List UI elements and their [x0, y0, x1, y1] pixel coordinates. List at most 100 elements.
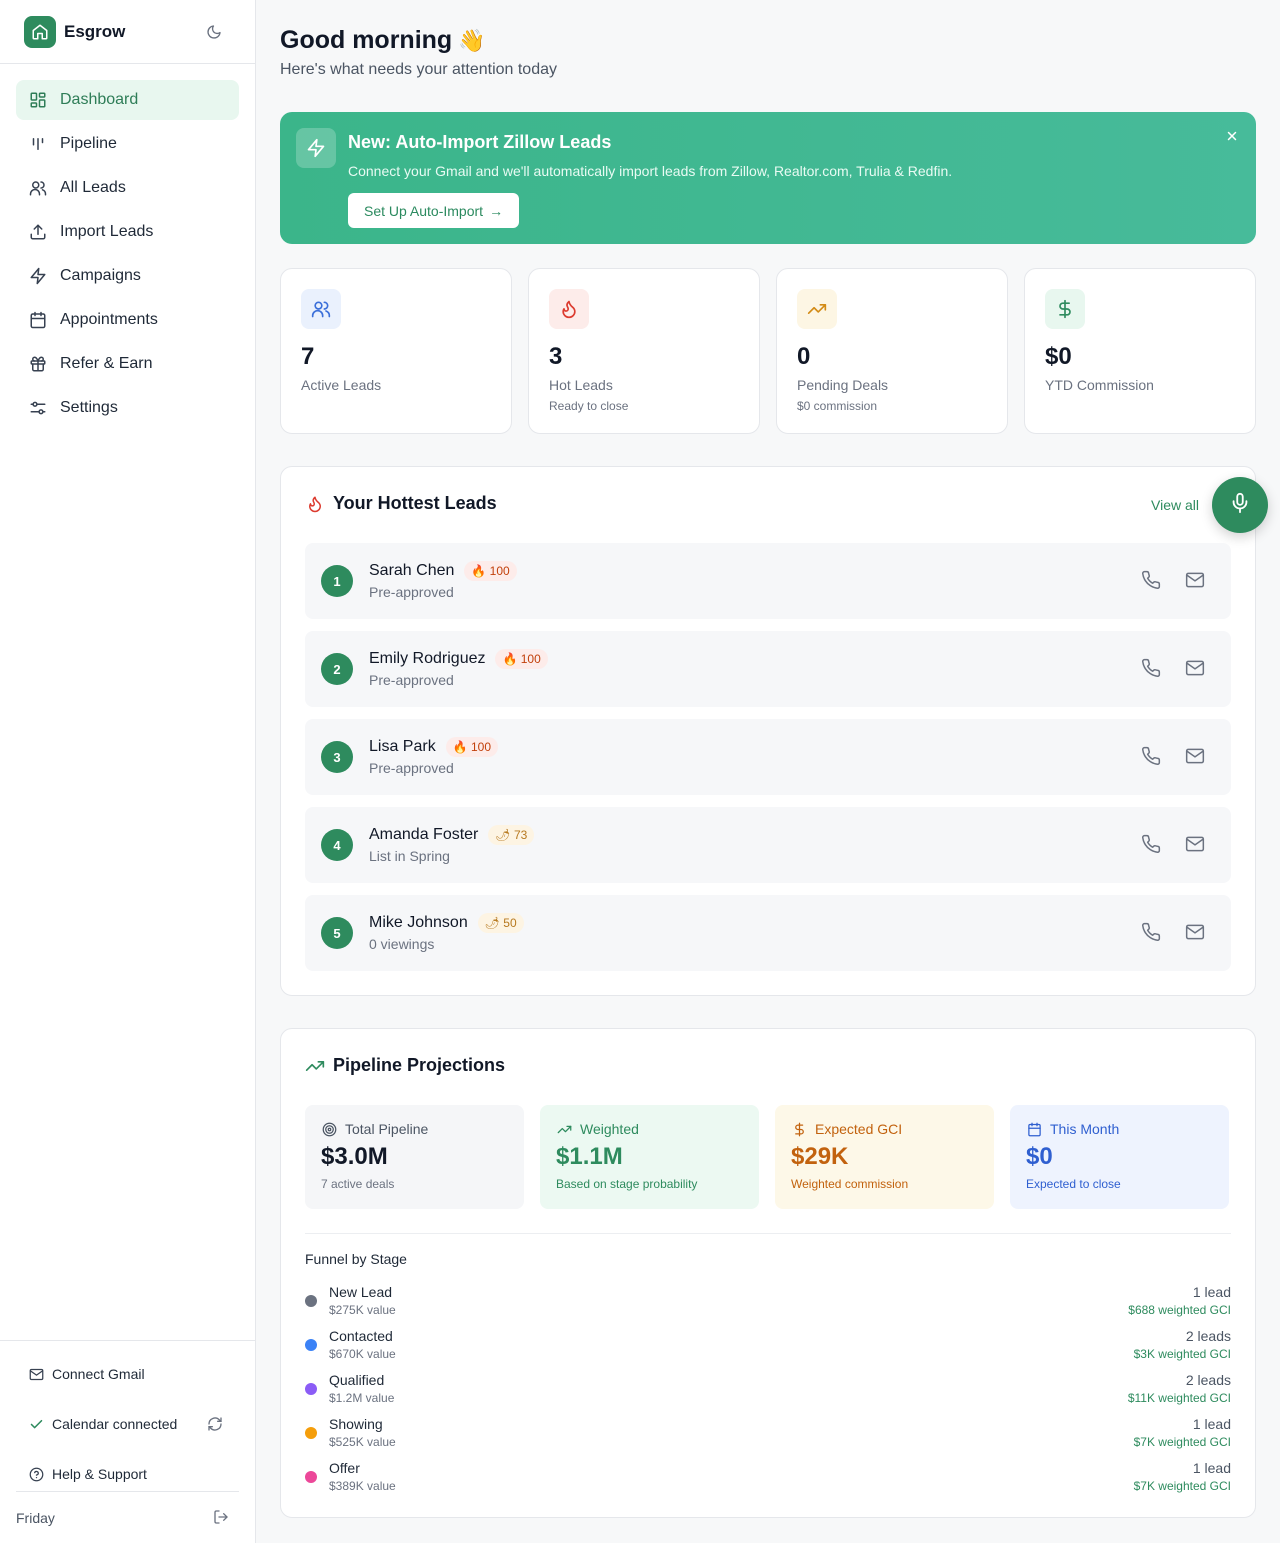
sidebar-item-pipeline[interactable]: Pipeline	[16, 124, 239, 164]
stat-label: Hot Leads	[549, 377, 613, 393]
lead-status: List in Spring	[369, 848, 450, 864]
sidebar-nav: Dashboard Pipeline All Leads Import Lead…	[0, 64, 255, 448]
close-icon[interactable]	[1224, 128, 1240, 144]
card-title: Pipeline Projections	[305, 1055, 505, 1076]
stage-name: Offer	[329, 1460, 360, 1476]
funnel-row: Showing $525K value 1 lead $7K weighted …	[305, 1415, 1231, 1459]
phone-icon[interactable]	[1141, 570, 1163, 592]
sidebar-item-campaigns[interactable]: Campaigns	[16, 256, 239, 296]
calendar-status: Calendar connected	[16, 1407, 239, 1441]
banner-title: New: Auto-Import Zillow Leads	[348, 132, 612, 152]
help-support-button[interactable]: Help & Support	[16, 1457, 239, 1491]
setup-auto-import-label: Set Up Auto-Import	[364, 202, 484, 219]
lead-row[interactable]: 1 Sarah Chen 🔥 100 Pre-approved	[305, 543, 1231, 619]
stage-count: 2 leads	[1185, 1372, 1231, 1388]
lead-status: Pre-approved	[369, 672, 454, 688]
stat-card-ytd-commission[interactable]: $0 YTD Commission	[1024, 268, 1256, 434]
users-icon	[28, 178, 48, 198]
stage-dot	[305, 1471, 317, 1483]
tile-sublabel: Expected to close	[1026, 1177, 1121, 1191]
phone-icon[interactable]	[1141, 746, 1163, 768]
lead-score-badge: 🌶 73	[488, 825, 535, 845]
lead-score-badge: 🔥 100	[464, 561, 517, 581]
lead-rank: 1	[321, 565, 353, 597]
sidebar-item-settings[interactable]: Settings	[16, 388, 239, 428]
funnel-list: New Lead $275K value 1 lead $688 weighte…	[305, 1283, 1231, 1503]
tile-label: This Month	[1050, 1121, 1120, 1137]
calendar-status-label: Calendar connected	[52, 1416, 178, 1432]
sidebar-item-label: Settings	[60, 399, 118, 416]
moon-icon[interactable]	[205, 23, 223, 41]
check-icon	[28, 1416, 44, 1432]
stat-value: $0	[1045, 343, 1072, 370]
funnel-row: Contacted $670K value 2 leads $3K weight…	[305, 1327, 1231, 1371]
mail-icon[interactable]	[1185, 658, 1207, 680]
logout-icon[interactable]	[213, 1509, 231, 1527]
stage-gci: $11K weighted GCI	[1127, 1391, 1231, 1405]
stage-value: $670K value	[329, 1347, 396, 1361]
lead-row[interactable]: 3 Lisa Park 🔥 100 Pre-approved	[305, 719, 1231, 795]
stage-count: 2 leads	[1185, 1328, 1231, 1344]
help-support-label: Help & Support	[52, 1466, 147, 1482]
brand-header: Esgrow	[0, 0, 255, 64]
tile-label: Expected GCI	[815, 1121, 903, 1137]
view-all-link[interactable]: View all	[1151, 497, 1199, 513]
stage-count: 1 lead	[1192, 1460, 1231, 1476]
help-circle-icon	[28, 1466, 44, 1482]
mail-icon[interactable]	[1185, 570, 1207, 592]
lead-row[interactable]: 2 Emily Rodriguez 🔥 100 Pre-approved	[305, 631, 1231, 707]
stat-card-pending-deals[interactable]: 0 Pending Deals $0 commission	[776, 268, 1008, 434]
home-icon[interactable]	[24, 15, 56, 48]
phone-icon[interactable]	[1141, 922, 1163, 944]
pipeline-projections-card: Pipeline Projections Total Pipeline $3.0…	[280, 1028, 1256, 1518]
tile-sublabel: Weighted commission	[791, 1177, 909, 1191]
tile-this-month: This Month $0 Expected to close	[1010, 1105, 1229, 1209]
stage-count: 1 lead	[1192, 1284, 1231, 1300]
phone-icon[interactable]	[1141, 834, 1163, 856]
day-row: Friday	[16, 1491, 239, 1543]
sidebar-item-dashboard[interactable]: Dashboard	[16, 80, 239, 120]
sidebar-item-import-leads[interactable]: Import Leads	[16, 212, 239, 252]
lead-name: Mike Johnson	[369, 914, 468, 931]
mail-icon[interactable]	[1185, 746, 1207, 768]
lead-name-row: Sarah Chen 🔥 100	[369, 561, 517, 581]
stat-card-active-leads[interactable]: 7 Active Leads	[280, 268, 512, 434]
mail-icon[interactable]	[1185, 834, 1207, 856]
stat-card-hot-leads[interactable]: 3 Hot Leads Ready to close	[528, 268, 760, 434]
phone-icon[interactable]	[1141, 658, 1163, 680]
stage-gci: $7K weighted GCI	[1133, 1479, 1231, 1493]
hottest-leads-title: Your Hottest Leads	[333, 493, 497, 513]
main-content: Good morning 👋 Here's what needs your at…	[280, 0, 1268, 1518]
dollar-icon	[1045, 289, 1085, 329]
lead-rank: 5	[321, 917, 353, 949]
sidebar-item-refer-earn[interactable]: Refer & Earn	[16, 344, 239, 384]
sliders-icon	[28, 398, 48, 418]
sidebar-item-all-leads[interactable]: All Leads	[16, 168, 239, 208]
stage-value: $389K value	[329, 1479, 396, 1493]
divider	[305, 1233, 1231, 1234]
mail-icon[interactable]	[1185, 922, 1207, 944]
zap-icon	[28, 266, 48, 286]
sidebar: Esgrow Dashboard Pipeline All Leads Impo…	[0, 0, 256, 1543]
lead-score-badge: 🌶 50	[477, 913, 524, 933]
hottest-leads-card: Your Hottest Leads View all 1 Sarah Chen…	[280, 466, 1268, 996]
sidebar-item-appointments[interactable]: Appointments	[16, 300, 239, 340]
banner-text: Connect your Gmail and we'll automatical…	[348, 163, 953, 179]
stage-count: 1 lead	[1192, 1416, 1231, 1432]
lead-name-row: Mike Johnson 🌶 50	[369, 913, 524, 933]
refresh-icon[interactable]	[207, 1416, 223, 1432]
funnel-title: Funnel by Stage	[305, 1251, 407, 1267]
tile-header: Total Pipeline	[321, 1121, 508, 1137]
lead-row[interactable]: 4 Amanda Foster 🌶 73 List in Spring	[305, 807, 1231, 883]
auto-import-banner: New: Auto-Import Zillow Leads Connect yo…	[280, 112, 1256, 244]
connect-gmail-button[interactable]: Connect Gmail	[16, 1357, 239, 1391]
voice-assistant-button[interactable]	[1212, 477, 1268, 533]
setup-auto-import-button[interactable]: Set Up Auto-Import →	[348, 193, 520, 228]
lead-row[interactable]: 5 Mike Johnson 🌶 50 0 viewings	[305, 895, 1231, 971]
stats-row: 7 Active Leads 3 Hot Leads Ready to clos…	[280, 268, 1256, 434]
tile-sublabel: 7 active deals	[321, 1177, 395, 1191]
stage-gci: $7K weighted GCI	[1133, 1435, 1231, 1449]
sidebar-item-label: Campaigns	[60, 267, 141, 284]
sidebar-item-label: Refer & Earn	[60, 355, 153, 372]
stat-label: Active Leads	[301, 377, 382, 393]
